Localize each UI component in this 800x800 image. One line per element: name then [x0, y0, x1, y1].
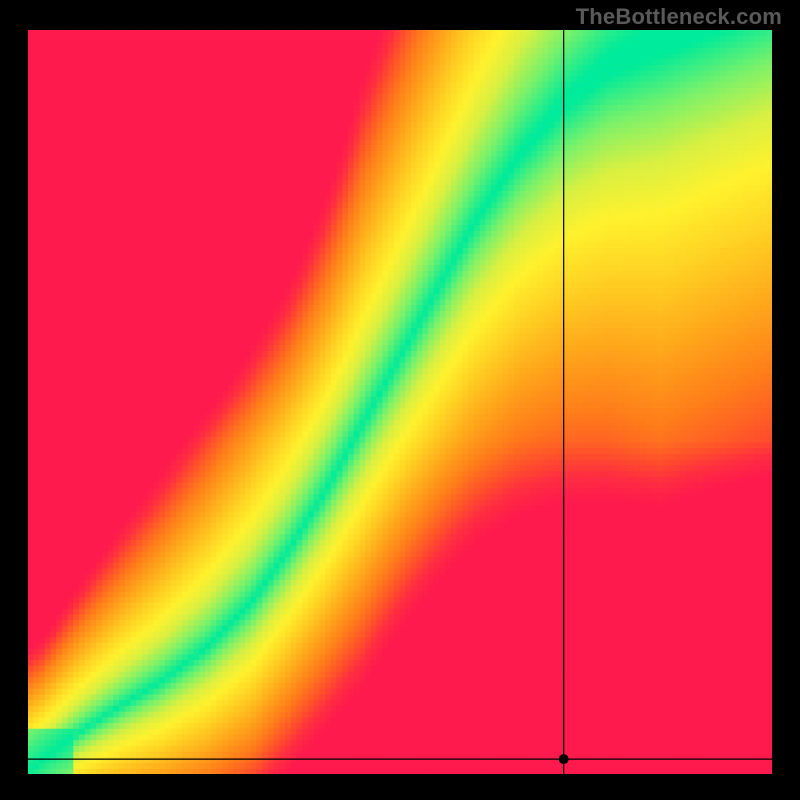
marker-dot — [559, 754, 569, 764]
overlay-svg — [0, 0, 800, 800]
plot-frame — [14, 16, 786, 788]
watermark-text: TheBottleneck.com — [576, 4, 782, 30]
chart-stage: TheBottleneck.com — [0, 0, 800, 800]
